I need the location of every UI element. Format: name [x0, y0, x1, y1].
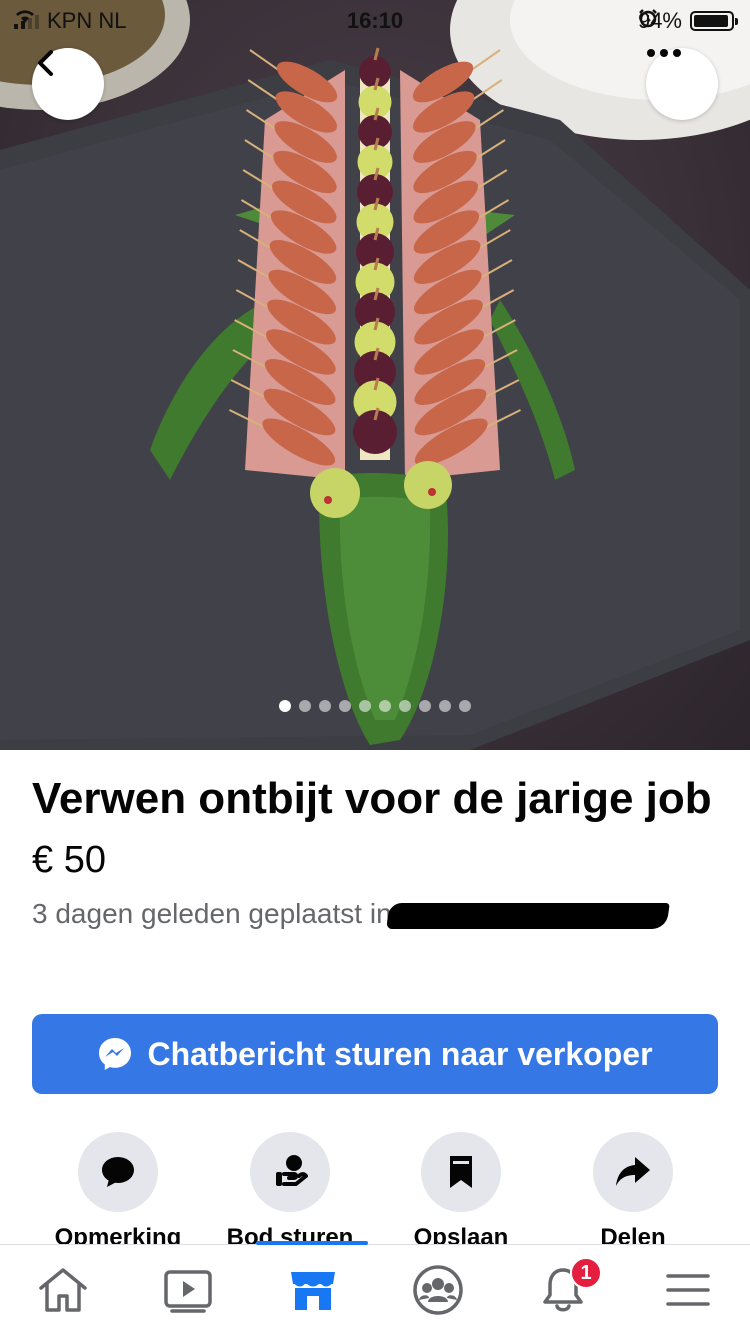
tab-menu[interactable]	[625, 1245, 750, 1334]
listing-title: Verwen ontbijt voor de jarige job	[32, 774, 712, 823]
offer-button[interactable]	[250, 1132, 330, 1212]
pagination-dot[interactable]	[459, 700, 471, 712]
share-button[interactable]	[593, 1132, 673, 1212]
save-button[interactable]	[421, 1132, 501, 1212]
alarm-icon	[639, 9, 657, 28]
pagination-dot[interactable]	[379, 700, 391, 712]
chevron-left-icon	[38, 50, 53, 76]
tab-watch[interactable]	[125, 1245, 250, 1334]
listing-meta: 3 dagen geleden geplaatst in	[32, 896, 718, 932]
tab-notifications[interactable]: 1	[500, 1245, 625, 1334]
pagination-dot[interactable]	[419, 700, 431, 712]
tab-groups[interactable]	[375, 1245, 500, 1334]
comment-button[interactable]	[78, 1132, 158, 1212]
status-bar: KPN NL 16:10 94%	[0, 0, 750, 40]
marketplace-icon	[290, 1272, 335, 1310]
comment-label: Opmerking	[54, 1224, 182, 1244]
offer-icon	[276, 1155, 308, 1186]
bookmark-icon	[450, 1156, 472, 1188]
tab-bar: 1	[0, 1241, 750, 1334]
share-action[interactable]: Delen	[547, 1132, 719, 1244]
message-seller-label: Chatbericht sturen naar verkoper	[147, 1035, 653, 1072]
offer-action[interactable]: Bod sturen	[204, 1132, 376, 1244]
action-row: Opmerking Bod sturen Opslaan Delen	[0, 1132, 750, 1244]
pagination-dot[interactable]	[279, 700, 291, 712]
listing-price: € 50	[32, 839, 106, 881]
groups-icon	[412, 1265, 463, 1315]
share-icon	[616, 1157, 650, 1186]
comment-action[interactable]: Opmerking	[32, 1132, 204, 1244]
save-action[interactable]: Opslaan	[375, 1132, 547, 1244]
messenger-icon	[99, 1038, 132, 1070]
tab-marketplace[interactable]	[250, 1245, 375, 1334]
video-icon	[163, 1270, 212, 1313]
comment-icon	[102, 1157, 134, 1187]
pagination-dot[interactable]	[319, 700, 331, 712]
home-icon	[38, 1268, 87, 1312]
more-options-button[interactable]	[646, 48, 718, 120]
pagination-dot[interactable]	[339, 700, 351, 712]
posted-text: 3 dagen geleden geplaatst in	[32, 898, 392, 929]
photo-pagination[interactable]	[0, 700, 750, 712]
redacted-location	[385, 902, 670, 929]
listing-details: Verwen ontbijt voor de jarige job € 50 3…	[32, 770, 718, 932]
message-seller-button[interactable]: Chatbericht sturen naar verkoper	[32, 1014, 718, 1094]
tab-home[interactable]	[0, 1245, 125, 1334]
notification-badge: 1	[570, 1257, 602, 1289]
pagination-dot[interactable]	[299, 700, 311, 712]
share-label: Delen	[600, 1224, 666, 1244]
save-label: Opslaan	[413, 1224, 509, 1244]
back-button[interactable]	[32, 48, 104, 120]
pagination-dot[interactable]	[439, 700, 451, 712]
pagination-dot[interactable]	[359, 700, 371, 712]
menu-icon	[665, 1274, 710, 1306]
listing-photo-image	[0, 0, 750, 750]
pagination-dot[interactable]	[399, 700, 411, 712]
more-icon	[647, 49, 681, 57]
listing-photo[interactable]: KPN NL 16:10 94%	[0, 0, 750, 750]
battery-icon	[690, 11, 738, 31]
